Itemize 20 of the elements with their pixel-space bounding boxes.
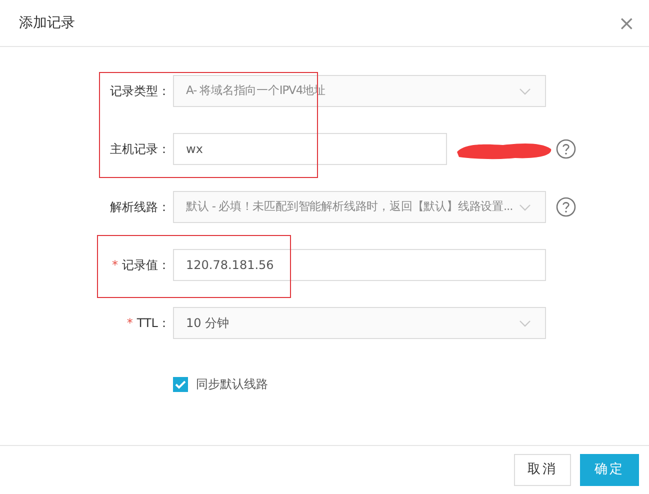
- input-field[interactable]: wx: [173, 133, 447, 165]
- required-asterisk: *: [126, 315, 133, 332]
- field-label: TTL：: [136, 315, 170, 332]
- chevron-down-icon: [519, 320, 531, 326]
- cancel-button[interactable]: 取消: [514, 454, 571, 486]
- required-asterisk: *: [112, 257, 118, 274]
- dialog-title: 添加记录: [19, 14, 75, 32]
- input-field[interactable]: 120.78.181.56: [173, 249, 546, 281]
- field-label: 主机记录：: [110, 141, 170, 158]
- help-icon[interactable]: [556, 197, 576, 217]
- chevron-down-icon: [519, 88, 531, 94]
- dropdown[interactable]: 10 分钟: [173, 307, 546, 339]
- field-label: 记录值：: [122, 257, 170, 274]
- field-label: 解析线路：: [110, 199, 170, 216]
- field-label: 记录类型：: [110, 83, 170, 100]
- checkbox-label: 同步默认线路: [196, 376, 268, 393]
- chevron-down-icon: [519, 204, 531, 210]
- help-icon[interactable]: [556, 139, 576, 159]
- checkbox[interactable]: [173, 376, 188, 392]
- close-button[interactable]: ×: [618, 13, 635, 33]
